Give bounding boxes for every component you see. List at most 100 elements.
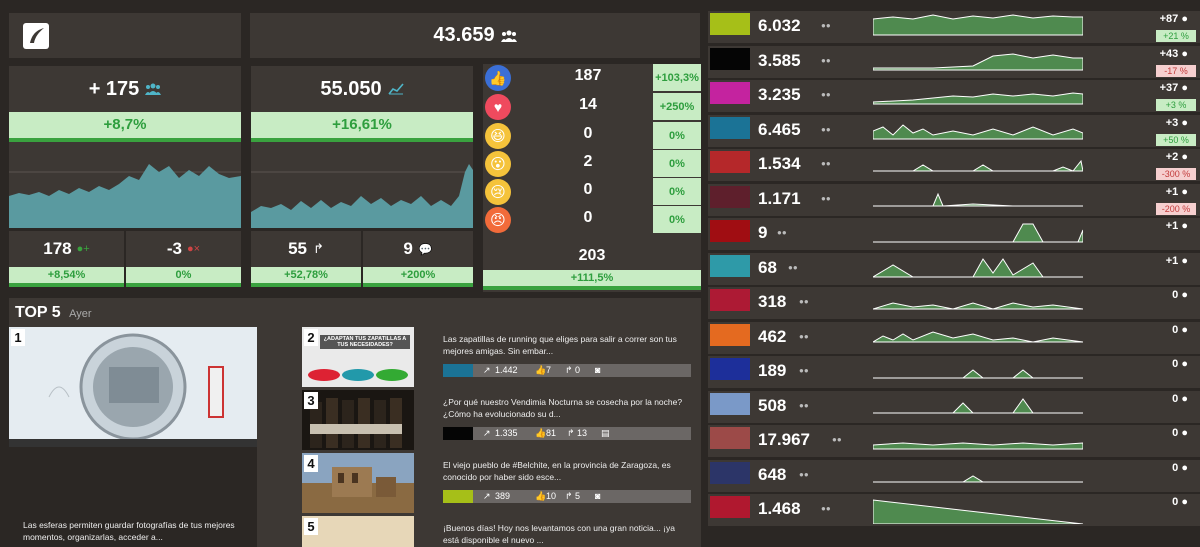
- people-icon: [145, 83, 162, 95]
- page-followers-value: 17.967: [758, 430, 810, 449]
- reach-area-chart: [251, 164, 473, 228]
- page-row[interactable]: 1.171 ●● +1 ● -200 %: [708, 183, 1200, 217]
- comments-panel: 9 💬 +200%: [363, 231, 473, 287]
- page-sparkline-chart: [873, 499, 1083, 524]
- top-item-3[interactable]: 3 ¿Por qué nuestro Vendimia Nocturna se …: [302, 390, 702, 450]
- page-row[interactable]: 6.465 ●● +3 ● +50 %: [708, 114, 1200, 148]
- post-thumbnail[interactable]: 5: [302, 516, 414, 547]
- reach-panel: 55.050 +16,61%: [251, 66, 473, 228]
- growth-area-chart: [9, 164, 241, 228]
- reach-pct: +16,61%: [251, 112, 473, 142]
- people-icon: ●●: [821, 90, 831, 99]
- page-row[interactable]: 1.468 ●● 0 ●: [708, 494, 1200, 527]
- page-followers-value: 9: [758, 223, 768, 242]
- top5-title: TOP 5: [15, 304, 61, 321]
- page-row[interactable]: 462 ●● 0 ●: [708, 321, 1200, 355]
- page-row[interactable]: 508 ●● 0 ●: [708, 390, 1200, 424]
- user-icon: ●: [1181, 254, 1188, 267]
- sad-icon: 😢: [485, 179, 511, 205]
- top-item-5[interactable]: 5 ¡Buenos días! Hoy nos levantamos con u…: [302, 516, 702, 547]
- user-icon: ●: [1181, 82, 1188, 94]
- total-followers-value: 43.659: [433, 24, 495, 46]
- trend-chart-icon: [387, 83, 404, 95]
- page-pct: -200 %: [1156, 202, 1196, 215]
- page-pct: +21 %: [1156, 30, 1196, 42]
- user-icon: ●: [1181, 427, 1188, 439]
- page-pct: -300 %: [1156, 168, 1196, 180]
- page-color-swatch: [710, 82, 750, 104]
- page-delta: +37 ●: [1159, 82, 1188, 94]
- people-icon: ●●: [799, 400, 809, 410]
- page-row[interactable]: 648 ●● 0 ●: [708, 459, 1200, 493]
- page-row[interactable]: 9 ●● +1 ●: [708, 218, 1200, 251]
- people-icon: [500, 30, 517, 42]
- user-icon: ●: [1181, 289, 1188, 301]
- user-icon: ●: [1181, 323, 1188, 336]
- post-thumbnail[interactable]: ¿ADAPTAN TUS ZAPATILLAS A TUS NECESIDADE…: [302, 327, 414, 387]
- page-followers-value: 1.171: [758, 188, 801, 208]
- page-color-swatch: [710, 392, 750, 415]
- people-icon: ●●: [832, 435, 842, 444]
- page-row[interactable]: 1.534 ●● +2 ● -300 %: [708, 149, 1200, 182]
- page-sparkline-chart: [873, 442, 1083, 450]
- growth-panel: + 175 +8,7%: [9, 66, 241, 228]
- reaction-row-haha: 😆 0 0%: [483, 122, 701, 150]
- comments-value: 9: [403, 239, 413, 258]
- unfollows-value: -3: [166, 239, 183, 258]
- page-delta: +2 ●: [1165, 151, 1188, 163]
- page-delta: +3 ●: [1165, 116, 1188, 129]
- user-icon: ●: [1181, 13, 1188, 25]
- user-icon: ●: [1181, 461, 1188, 474]
- people-icon: ●●: [821, 504, 831, 513]
- user-icon: ●: [1181, 220, 1188, 232]
- page-sparkline-chart: [873, 159, 1083, 172]
- app-logo-icon[interactable]: [23, 23, 49, 49]
- shares-panel: 55 ↱ +52,78%: [251, 231, 361, 287]
- page-followers-value: 1.468: [758, 499, 801, 518]
- page-row[interactable]: 68 ●● +1 ●: [708, 252, 1200, 286]
- total-followers-panel: 43.659: [250, 13, 700, 58]
- post-stats-bar: ↗ 1.335 👍 81 ↱ 13 ▤: [443, 427, 691, 440]
- post-thumbnail[interactable]: 1: [9, 327, 257, 447]
- share-arrow-icon: ↱: [565, 365, 573, 375]
- page-sparkline-chart: [873, 369, 1083, 379]
- people-icon: ●●: [799, 366, 809, 375]
- page-row[interactable]: 17.967 ●● 0 ●: [708, 425, 1200, 458]
- top-item-2[interactable]: ¿ADAPTAN TUS ZAPATILLAS A TUS NECESIDADE…: [302, 327, 702, 387]
- post-thumbnail[interactable]: 3: [302, 390, 414, 450]
- page-sparkline-chart: [873, 123, 1083, 139]
- page-row[interactable]: 189 ●● 0 ●: [708, 356, 1200, 389]
- people-icon: ●●: [821, 124, 831, 134]
- angry-icon: 😠: [485, 207, 511, 233]
- page-row[interactable]: 3.235 ●● +37 ● +3 %: [708, 80, 1200, 113]
- page-delta: +87 ●: [1159, 13, 1188, 25]
- unfollows-pct: 0%: [126, 267, 241, 287]
- page-followers-value: 648: [758, 464, 787, 484]
- comments-pct: +200%: [363, 267, 473, 287]
- post-stats-bar: ↗ 1.442 👍 7 ↱ 0 ◙: [443, 364, 691, 377]
- page-delta: +43 ●: [1159, 47, 1188, 60]
- shares-value: 55: [288, 239, 307, 258]
- growth-value: + 175: [88, 77, 140, 100]
- page-row[interactable]: 318 ●● 0 ●: [708, 287, 1200, 320]
- page-color-swatch: [710, 323, 750, 346]
- people-icon: ●●: [799, 331, 809, 341]
- page-followers-value: 189: [758, 361, 787, 380]
- trend-chart-icon: ↗: [483, 365, 491, 375]
- page-row[interactable]: 6.032 ●● +87 ● +21 %: [708, 11, 1200, 44]
- top-item-4[interactable]: 4 El viejo pueblo de #Belchite, en la pr…: [302, 453, 702, 513]
- page-sparkline-chart: [873, 192, 1083, 207]
- wow-icon: 😮: [485, 151, 511, 177]
- people-icon: ●●: [777, 228, 787, 237]
- top-item-1[interactable]: 1 Las esferas permiten guardar fotografí…: [9, 327, 257, 547]
- top-item-1-text: Las esferas permiten guardar fotografías…: [23, 520, 235, 542]
- people-icon: ●●: [799, 297, 809, 306]
- page-row[interactable]: 3.585 ●● +43 ● -17 %: [708, 45, 1200, 79]
- trend-chart-icon: ↗: [483, 428, 491, 438]
- page-sparkline-chart: [873, 52, 1083, 70]
- page-followers-value: 68: [758, 257, 777, 277]
- page-color-swatch: [710, 151, 750, 173]
- page-color-swatch: [710, 254, 750, 277]
- page-delta: 0 ●: [1172, 289, 1188, 301]
- post-thumbnail[interactable]: 4: [302, 453, 414, 513]
